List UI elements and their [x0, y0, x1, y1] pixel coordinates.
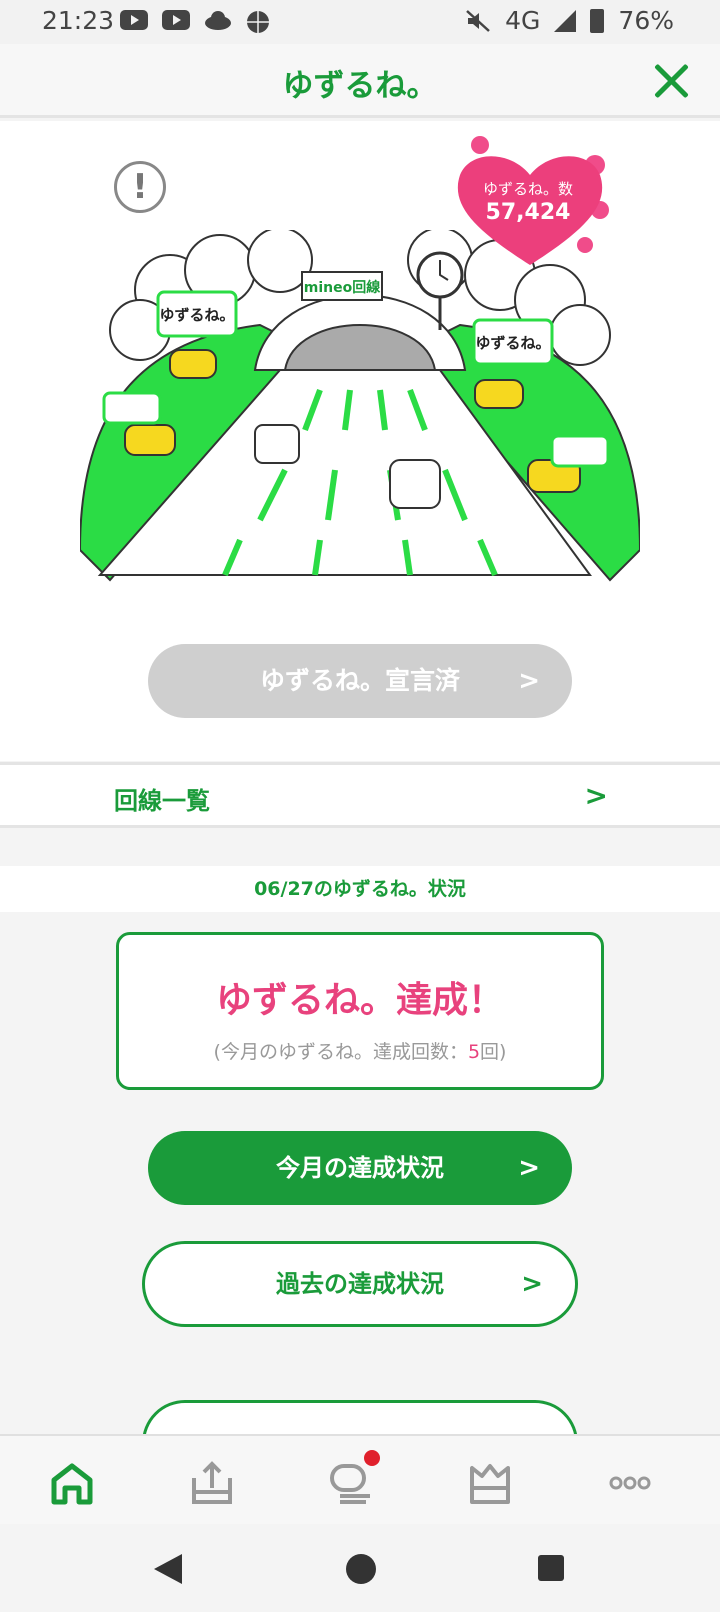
heart-count: 57,424: [485, 200, 571, 225]
home-circle-icon[interactable]: [346, 1554, 376, 1584]
lines-list-label: 回線一覧: [114, 787, 210, 815]
status-bar: 21:23 4G 76%: [0, 0, 720, 44]
highway-illustration: mineo回線 ゆずるね。 ゆずるね。: [80, 230, 640, 582]
home-icon[interactable]: [42, 1458, 102, 1508]
chevron-right-icon: >: [521, 1269, 543, 1299]
notification-icons: [120, 10, 270, 34]
lines-list-row[interactable]: 回線一覧 >: [0, 762, 720, 828]
status-time: 21:23: [42, 6, 115, 35]
achievement-title: ゆずるね。達成！: [215, 980, 504, 1021]
past-status-button[interactable]: 過去の達成状況 >: [142, 1241, 578, 1327]
youtube-icon: [120, 10, 148, 30]
heart-label: ゆずるね。数: [482, 180, 573, 198]
cloud-icon: [205, 11, 231, 30]
status-right: 4G 76%: [465, 6, 674, 35]
info-icon[interactable]: !: [114, 161, 166, 213]
more-icon[interactable]: [600, 1458, 660, 1508]
chevron-right-icon: >: [584, 779, 608, 812]
bubble-text: ゆずるね。: [475, 334, 550, 352]
tunnel-sign: mineo回線: [304, 279, 380, 296]
battery-level: 76%: [618, 6, 674, 35]
back-icon[interactable]: [154, 1554, 182, 1584]
bubble-text: ゆずるね。: [159, 306, 234, 324]
recent-apps-icon[interactable]: [538, 1555, 564, 1581]
close-button[interactable]: [652, 62, 690, 100]
crown-icon[interactable]: [460, 1458, 520, 1508]
month-status-button[interactable]: 今月の達成状況 >: [148, 1131, 572, 1205]
declared-button-label: ゆずるね。宣言済: [259, 666, 460, 695]
youtube-icon: [162, 10, 190, 30]
achievement-count-text: (今月のゆずるね。達成回数：5回): [213, 1041, 507, 1063]
achievement-count: 5: [467, 1041, 481, 1063]
battery-icon: [590, 8, 605, 33]
past-status-label: 過去の達成状況: [276, 1270, 444, 1298]
month-status-label: 今月の達成状況: [276, 1154, 444, 1182]
chevron-right-icon: >: [518, 1153, 540, 1183]
declared-button[interactable]: ゆずるね。宣言済 >: [148, 644, 572, 718]
notification-dot: [364, 1450, 380, 1466]
signal-icon: [554, 9, 577, 32]
page-title: ゆずるね。: [282, 68, 438, 104]
chat-icon[interactable]: [322, 1450, 382, 1508]
upload-icon[interactable]: [182, 1458, 242, 1508]
system-nav: [0, 1524, 720, 1612]
network-type: 4G: [505, 6, 541, 35]
mute-icon: [466, 9, 490, 32]
app-header: ゆずるね。: [0, 44, 720, 118]
bottom-nav: [0, 1434, 720, 1524]
chevron-right-icon: >: [518, 666, 540, 696]
achievement-card: ゆずるね。達成！ (今月のゆずるね。達成回数：5回): [116, 932, 604, 1090]
basketball-icon: [247, 11, 269, 33]
status-heading: 06/27のゆずるね。状況: [0, 866, 720, 912]
